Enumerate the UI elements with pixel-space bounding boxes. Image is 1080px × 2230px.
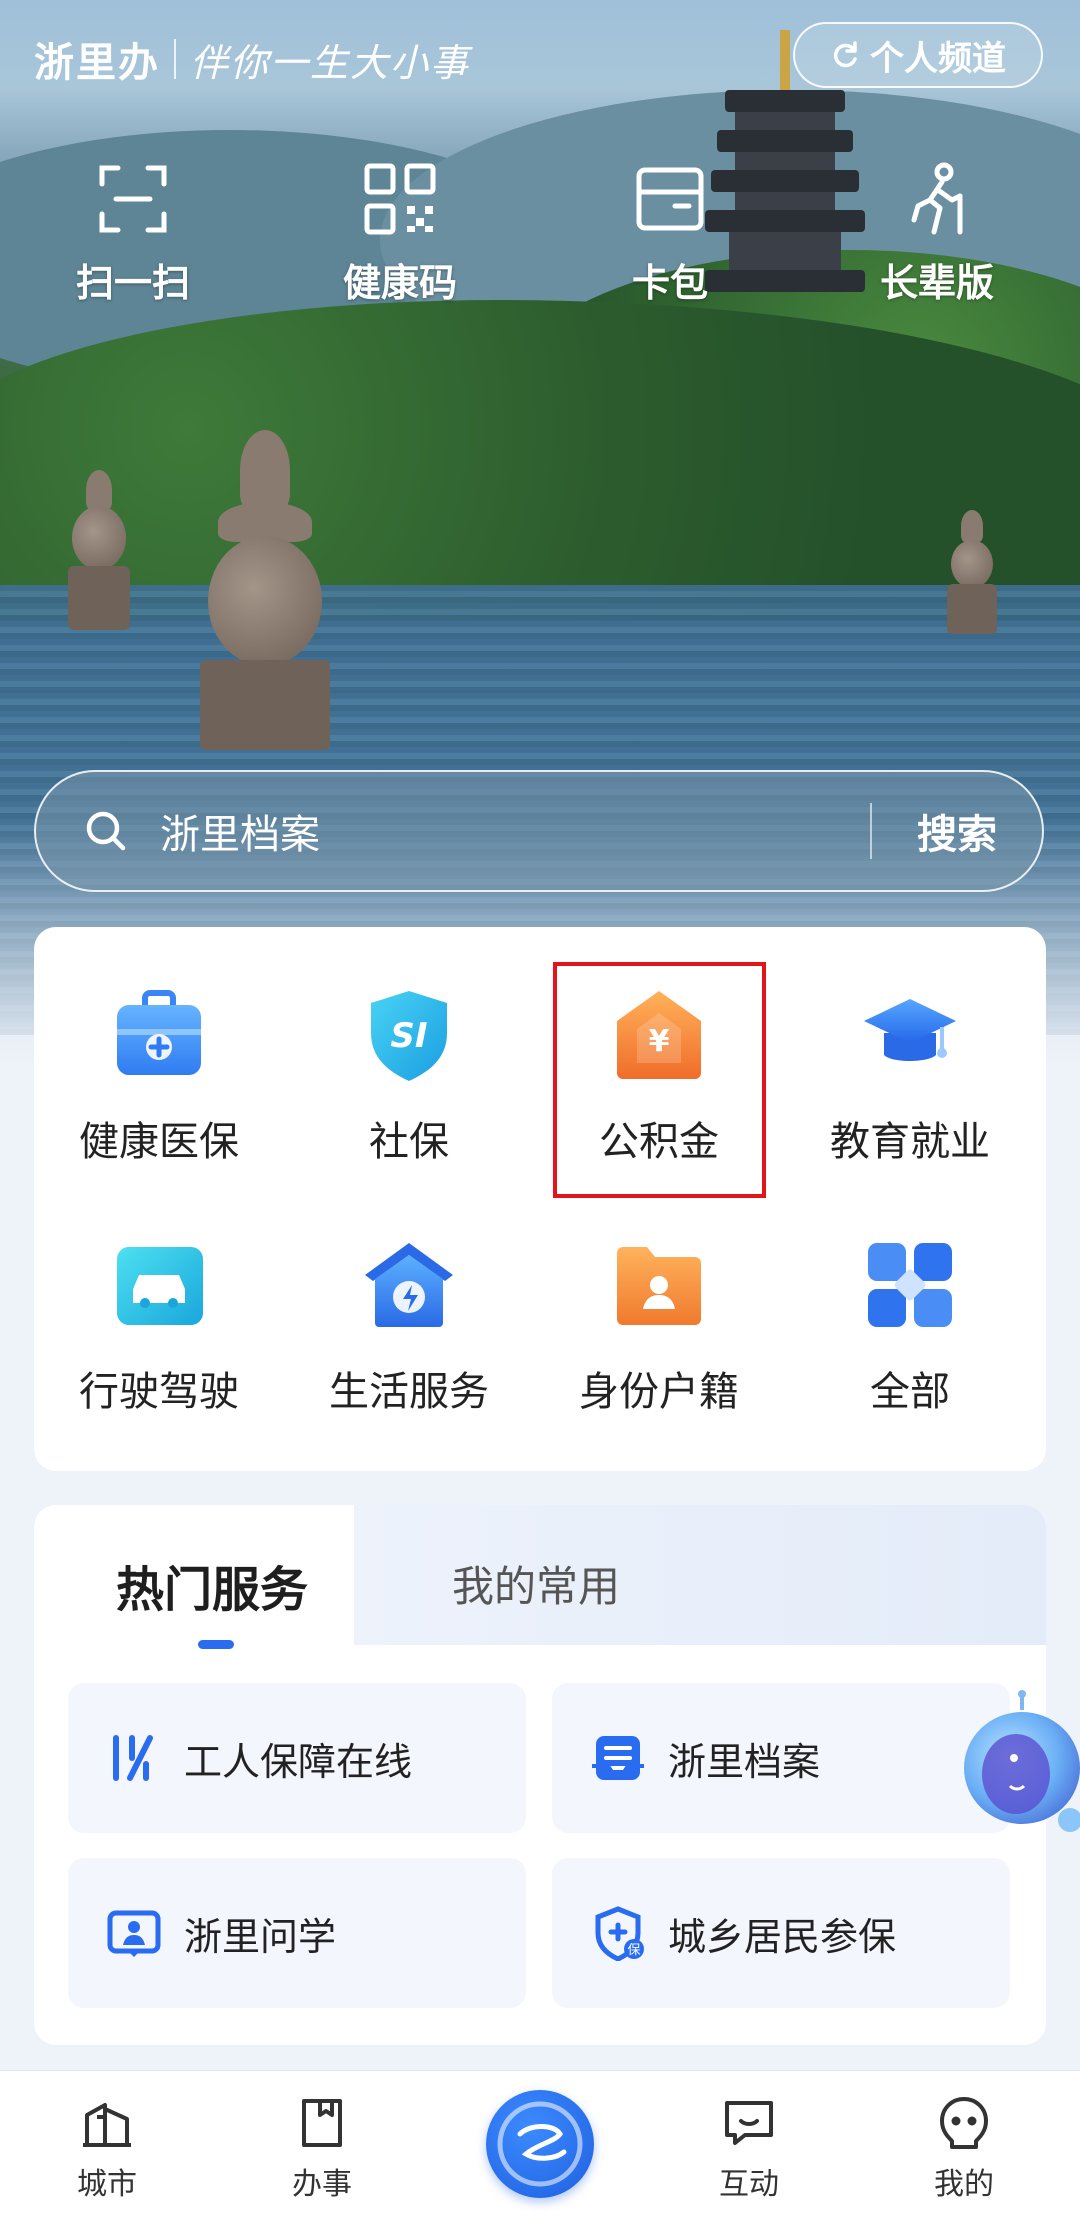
nav-home[interactable]: [486, 2090, 594, 2198]
chat-icon: [725, 2101, 773, 2145]
medical-kit-icon: [109, 985, 209, 1085]
category-health-insurance[interactable]: 健康医保: [34, 985, 284, 1167]
worker-protection-icon: [113, 1735, 153, 1781]
nav-label: 互动: [719, 2167, 779, 2202]
category-label: 社保: [369, 1119, 449, 1165]
tab-hot-services[interactable]: 热门服务: [116, 1550, 308, 1620]
category-label: 健康医保: [79, 1119, 239, 1165]
qr-code-icon: [364, 163, 436, 235]
search-bar[interactable]: 浙里档案 搜索: [34, 770, 1044, 892]
id-folder-icon: [609, 1235, 709, 1335]
stone-lantern: [64, 470, 134, 640]
home-service-icon: [359, 1235, 459, 1335]
all-grid-icon: [860, 1235, 960, 1335]
profile-icon: [940, 2097, 988, 2149]
personal-channel-label: 个人频道: [870, 38, 1006, 79]
search-button[interactable]: 搜索: [872, 802, 1042, 860]
svg-text:保: 保: [627, 1943, 640, 1958]
study-icon: [107, 1910, 161, 1957]
service-label: 工人保障在线: [184, 1739, 413, 1784]
service-archive[interactable]: 浙里档案: [552, 1683, 1010, 1833]
tab-my-favorites[interactable]: 我的常用: [452, 1553, 620, 1614]
ai-assistant-icon[interactable]: [962, 1690, 1080, 1850]
service-resident-insurance[interactable]: 保 城乡居民参保: [552, 1858, 1010, 2008]
category-label: 生活服务: [329, 1369, 489, 1415]
archive-icon: [592, 1736, 644, 1780]
category-all[interactable]: 全部: [785, 1235, 1035, 1417]
category-label: 教育就业: [830, 1119, 990, 1165]
search-input[interactable]: 浙里档案: [160, 802, 870, 860]
category-driving[interactable]: 行驶驾驶: [34, 1235, 284, 1417]
service-label: 城乡居民参保: [668, 1914, 897, 1959]
nav-label: 办事: [292, 2167, 352, 2202]
brand-header: 浙里办 伴你一生大小事: [34, 30, 470, 88]
quick-action-card-wallet[interactable]: 卡包: [570, 160, 770, 307]
nav-interaction[interactable]: 互动: [689, 2095, 809, 2203]
stone-lantern: [945, 510, 999, 640]
nav-city[interactable]: 城市: [47, 2095, 167, 2203]
category-label: 身份户籍: [579, 1369, 739, 1415]
nav-tasks[interactable]: 办事: [262, 2095, 382, 2203]
personal-channel-button[interactable]: 个人频道: [793, 22, 1043, 88]
service-label: 浙里问学: [184, 1914, 337, 1959]
search-icon: [86, 811, 126, 851]
social-security-shield-icon: SI: [359, 985, 459, 1085]
nav-label: 城市: [77, 2167, 137, 2202]
insurance-shield-icon: 保: [595, 1906, 644, 1961]
active-tab-indicator: [198, 1640, 234, 1649]
category-social-security[interactable]: SI 社保: [284, 985, 534, 1167]
forest-shape: [0, 300, 1080, 620]
service-label: 浙里档案: [668, 1739, 821, 1784]
quick-action-elder-mode[interactable]: 长辈版: [837, 160, 1037, 307]
brand-name: 浙里办: [34, 39, 160, 86]
stone-lantern: [200, 430, 330, 760]
service-worker-protection[interactable]: 工人保障在线: [68, 1683, 526, 1833]
home-logo-icon: [497, 2101, 583, 2187]
brand-divider: [174, 39, 176, 79]
category-label: 行驶驾驶: [79, 1369, 239, 1415]
quick-action-label: 卡包: [631, 261, 708, 305]
svg-text:SI: SI: [390, 1016, 427, 1056]
quick-action-label: 健康码: [342, 261, 457, 305]
graduation-cap-icon: [860, 985, 960, 1085]
scan-icon: [99, 165, 167, 233]
category-label: 全部: [870, 1369, 950, 1415]
car-icon: [109, 1235, 209, 1335]
refresh-icon: [833, 41, 857, 68]
tasks-icon: [302, 2099, 342, 2147]
card-wallet-icon: [636, 167, 704, 231]
nav-label: 我的: [934, 2167, 994, 2202]
nav-profile[interactable]: 我的: [904, 2095, 1024, 2203]
quick-action-scan[interactable]: 扫一扫: [33, 160, 233, 307]
city-icon: [83, 2103, 131, 2147]
highlight-box: [553, 962, 766, 1198]
category-identity-registration[interactable]: 身份户籍: [534, 1235, 784, 1417]
service-study[interactable]: 浙里问学: [68, 1858, 526, 2008]
quick-action-health-code[interactable]: 健康码: [300, 160, 500, 307]
quick-action-label: 长辈版: [879, 261, 994, 305]
quick-action-label: 扫一扫: [75, 261, 190, 305]
elder-mode-icon: [911, 162, 963, 235]
category-education-employment[interactable]: 教育就业: [785, 985, 1035, 1167]
brand-slogan: 伴你一生大小事: [190, 40, 471, 85]
category-life-services[interactable]: 生活服务: [284, 1235, 534, 1417]
